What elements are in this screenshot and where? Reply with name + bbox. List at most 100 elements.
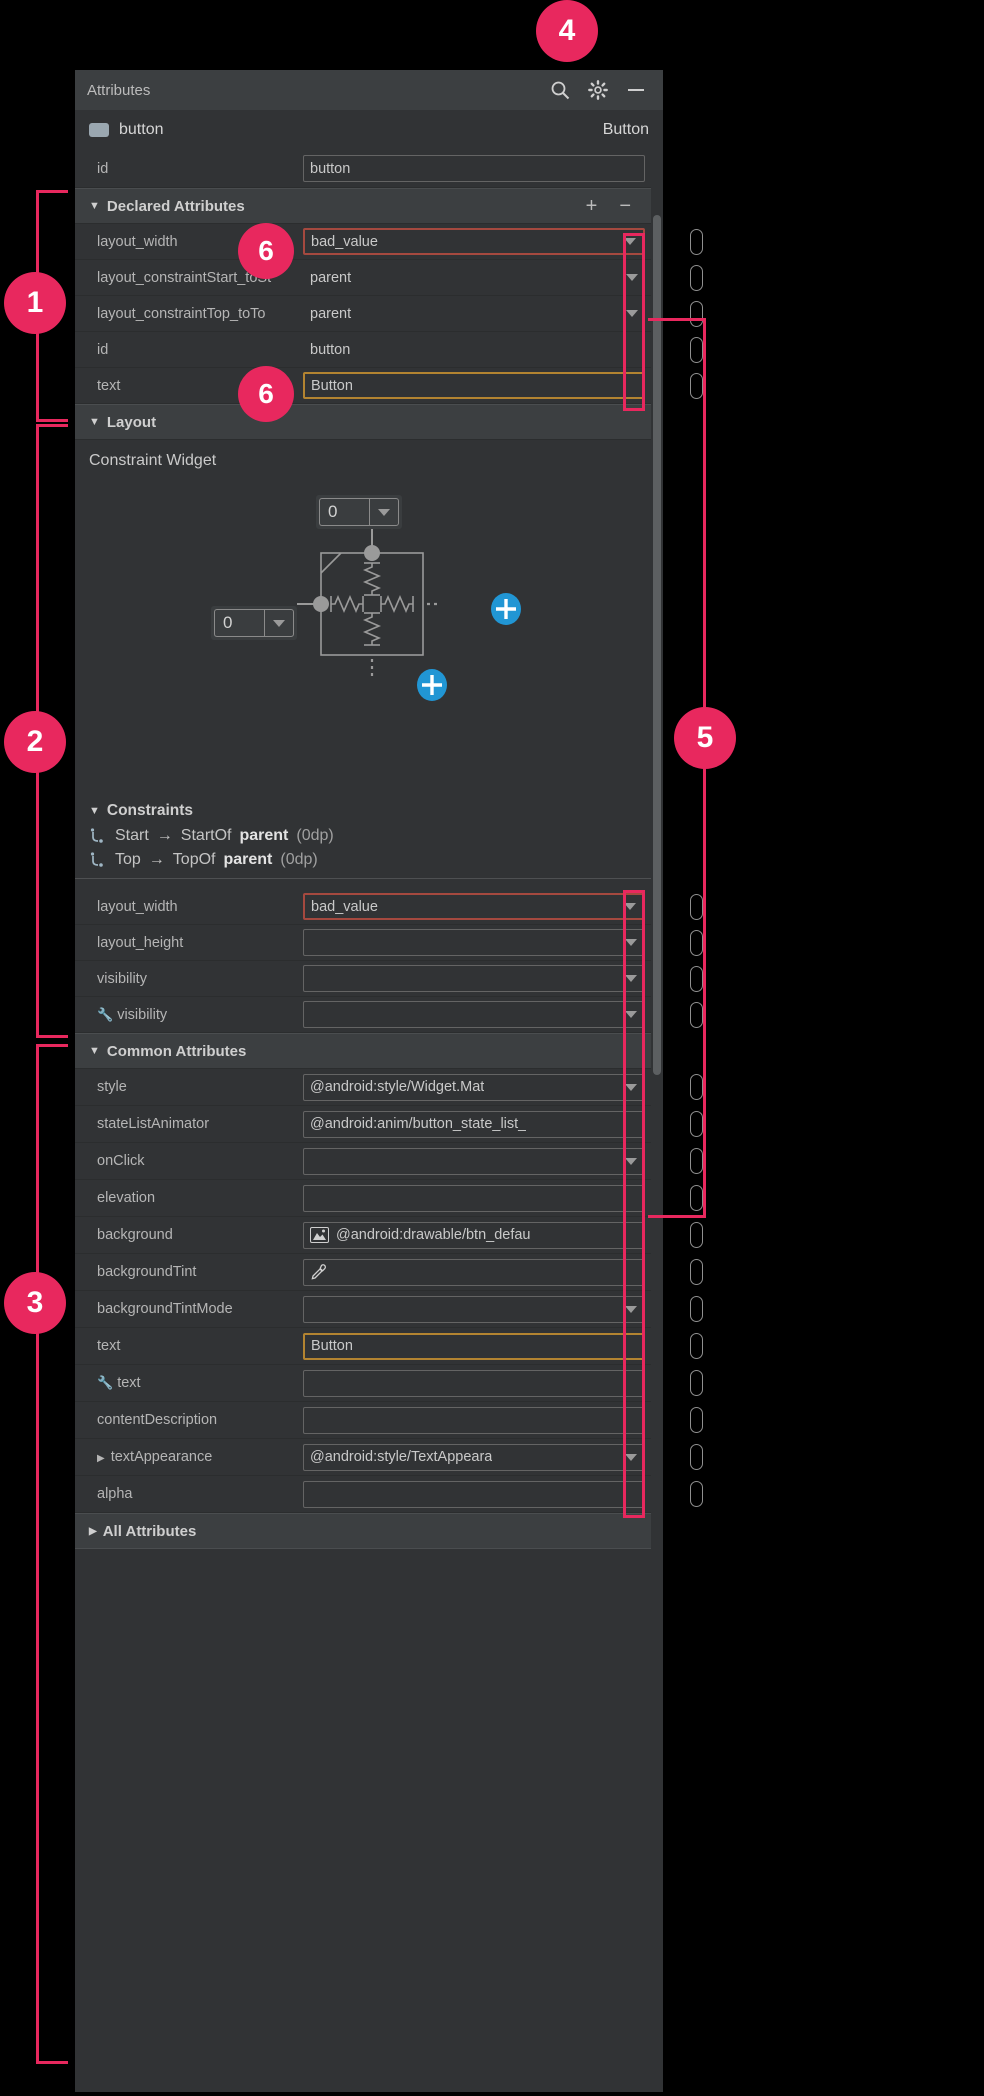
attribute-label-text: visibility bbox=[117, 1006, 168, 1023]
constraint-item[interactable]: Start → StartOf parent (0dp) bbox=[75, 824, 663, 848]
widget-identity-row: button Button bbox=[75, 110, 663, 150]
declared-fields-highlight bbox=[623, 233, 645, 411]
attribute-row: layout_width bad_value bbox=[75, 224, 703, 260]
attribute-label-text: id bbox=[97, 341, 109, 358]
attribute-toggle-pill[interactable] bbox=[690, 1481, 703, 1507]
attribute-toggle-pill[interactable] bbox=[690, 228, 703, 255]
attribute-label-text: layout_constraintTop_toTo bbox=[97, 305, 266, 322]
attribute-input[interactable] bbox=[303, 1147, 645, 1175]
attribute-row: layout_width bad_value bbox=[75, 889, 703, 925]
left-margin-dropdown-icon[interactable] bbox=[264, 609, 294, 637]
all-attributes-header[interactable]: ▶ All Attributes bbox=[75, 1513, 663, 1549]
attribute-label: layout_constraintTop_toTo bbox=[75, 306, 303, 322]
id-input[interactable]: button bbox=[303, 155, 645, 182]
callout-3: 3 bbox=[4, 1272, 66, 1334]
attribute-input[interactable]: @android:drawable/btn_defau bbox=[303, 1221, 645, 1249]
attribute-label: backgroundTint bbox=[75, 1264, 303, 1280]
constraint-dimension: (0dp) bbox=[296, 827, 334, 844]
common-attributes-title: Common Attributes bbox=[106, 1042, 247, 1060]
attribute-input[interactable] bbox=[303, 1184, 645, 1212]
constraint-widget-diagram[interactable] bbox=[293, 525, 483, 715]
id-input-value: button bbox=[310, 160, 351, 177]
add-bottom-constraint-icon[interactable] bbox=[415, 668, 449, 702]
attribute-value-cell bbox=[303, 965, 663, 992]
attribute-value-cell bbox=[303, 1480, 663, 1508]
attribute-value-cell: @android:anim/button_state_list_ bbox=[303, 1110, 663, 1138]
attribute-input[interactable] bbox=[303, 929, 645, 956]
attribute-input[interactable]: Button bbox=[303, 1332, 645, 1360]
attribute-input[interactable]: Button bbox=[303, 372, 645, 399]
attribute-input[interactable] bbox=[303, 1001, 645, 1028]
search-icon[interactable] bbox=[549, 79, 571, 101]
top-margin-dropdown-icon[interactable] bbox=[369, 498, 399, 526]
attribute-value-text[interactable]: button bbox=[303, 342, 645, 358]
declared-attributes-title: Declared Attributes bbox=[106, 197, 245, 215]
attribute-input-value: @android:style/Widget.Mat bbox=[310, 1079, 485, 1095]
constraint-widget-label: Constraint Widget bbox=[89, 452, 217, 469]
attribute-toggle-pill[interactable] bbox=[690, 1296, 703, 1322]
layout-header[interactable]: ▼ Layout bbox=[75, 404, 663, 440]
attribute-label: text bbox=[75, 1338, 303, 1354]
attribute-input[interactable] bbox=[303, 965, 645, 992]
attribute-label-text: visibility bbox=[97, 970, 147, 987]
constraint-arrow-icon bbox=[89, 827, 107, 845]
attribute-value-cell bbox=[303, 1147, 663, 1175]
attribute-toggle-pill[interactable] bbox=[690, 1259, 703, 1285]
attribute-input-value: bad_value bbox=[311, 233, 378, 250]
image-icon bbox=[310, 1227, 329, 1243]
attribute-input[interactable]: bad_value bbox=[303, 893, 645, 920]
attribute-input[interactable]: @android:style/TextAppeara bbox=[303, 1443, 645, 1471]
minimize-icon[interactable] bbox=[625, 79, 647, 101]
attribute-input[interactable] bbox=[303, 1369, 645, 1397]
attribute-row: stateListAnimator @android:anim/button_st… bbox=[75, 1106, 703, 1143]
attribute-row: layout_constraintTop_toTo parent bbox=[75, 296, 703, 332]
attribute-input[interactable]: bad_value bbox=[303, 228, 645, 255]
attribute-input[interactable]: @android:anim/button_state_list_ bbox=[303, 1110, 645, 1138]
attribute-toggle-pill[interactable] bbox=[690, 264, 703, 291]
attribute-row: style @android:style/Widget.Mat bbox=[75, 1069, 703, 1106]
attribute-value-text[interactable]: parent bbox=[303, 306, 619, 322]
top-margin-combo[interactable]: 0 bbox=[316, 495, 402, 529]
chevron-right-icon[interactable]: ▶ bbox=[97, 1453, 105, 1464]
gear-icon[interactable] bbox=[587, 79, 609, 101]
attribute-value-cell: parent bbox=[303, 306, 663, 322]
attribute-input[interactable] bbox=[303, 1480, 645, 1508]
attribute-label: visibility bbox=[75, 971, 303, 987]
callout-5: 5 bbox=[674, 707, 736, 769]
callout-6-a: 6 bbox=[238, 223, 294, 279]
attribute-input[interactable] bbox=[303, 1258, 645, 1286]
attribute-input-value: @android:drawable/btn_defau bbox=[336, 1227, 531, 1243]
add-attribute-button[interactable]: + bbox=[586, 195, 598, 218]
attribute-label-text: layout_constraintStart_toSt bbox=[97, 269, 272, 286]
attribute-toggle-pill[interactable] bbox=[690, 1444, 703, 1470]
attribute-label-text: alpha bbox=[97, 1486, 133, 1502]
constraints-header[interactable]: ▼ Constraints bbox=[75, 798, 663, 824]
attribute-toggle-pill[interactable] bbox=[690, 1222, 703, 1248]
attribute-value-cell: @android:style/TextAppeara bbox=[303, 1443, 663, 1471]
constraints-list: Start → StartOf parent (0dp) Top → TopOf parent (… bbox=[75, 824, 663, 872]
widget-type-icon bbox=[89, 123, 109, 137]
attribute-row: text Button bbox=[75, 1328, 703, 1365]
attribute-row: alpha bbox=[75, 1476, 703, 1513]
attribute-toggle-pill[interactable] bbox=[690, 1407, 703, 1433]
attribute-label-text: style bbox=[97, 1079, 127, 1095]
attribute-toggle-pill[interactable] bbox=[690, 1333, 703, 1359]
eyedropper-icon[interactable] bbox=[310, 1263, 327, 1281]
constraint-target: parent bbox=[239, 827, 289, 844]
add-right-constraint-icon[interactable] bbox=[489, 592, 523, 626]
attribute-input[interactable] bbox=[303, 1295, 645, 1323]
callout-6-b: 6 bbox=[238, 366, 294, 422]
constraint-arrow: → bbox=[148, 851, 165, 868]
remove-attribute-button[interactable]: − bbox=[619, 195, 631, 218]
declared-attributes-header[interactable]: ▼ Declared Attributes + − bbox=[75, 188, 663, 224]
attribute-toggle-pill[interactable] bbox=[690, 1370, 703, 1396]
attribute-input[interactable]: @android:style/Widget.Mat bbox=[303, 1073, 645, 1101]
callout-3-number: 3 bbox=[26, 1286, 44, 1319]
left-margin-combo[interactable]: 0 bbox=[211, 606, 297, 640]
attribute-value-text[interactable]: parent bbox=[303, 270, 619, 286]
attribute-row: background @android:drawable/btn_defau bbox=[75, 1217, 703, 1254]
attribute-input[interactable] bbox=[303, 1406, 645, 1434]
common-attributes-header[interactable]: ▼ Common Attributes bbox=[75, 1033, 663, 1069]
constraint-item[interactable]: Top → TopOf parent (0dp) bbox=[75, 848, 663, 872]
wrench-icon: 🔧 bbox=[97, 1375, 114, 1390]
